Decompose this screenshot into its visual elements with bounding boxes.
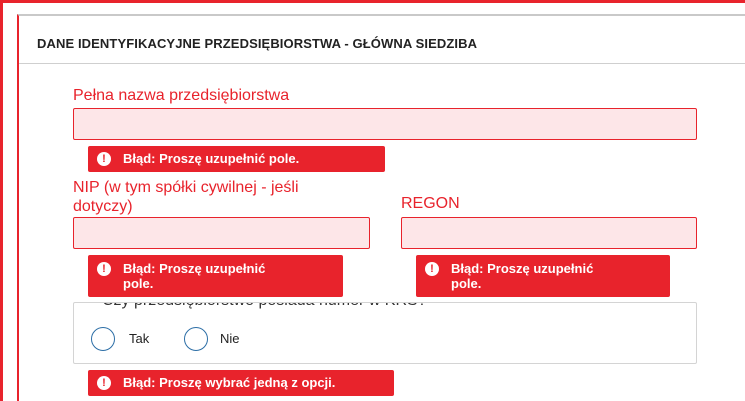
krs-radio-tak-label[interactable]: Tak	[129, 331, 149, 346]
alert-icon: !	[97, 262, 111, 276]
regon-error-line1: Błąd: Proszę uzupełnić	[451, 261, 594, 276]
nip-input[interactable]	[73, 217, 370, 249]
alert-icon: !	[97, 152, 111, 166]
krs-radio-tak[interactable]	[91, 327, 115, 351]
alert-icon: !	[425, 262, 439, 276]
section-title: DANE IDENTYFIKACYJNE PRZEDSIĘBIORSTWA - …	[37, 36, 478, 51]
company-name-error-text: Błąd: Proszę uzupełnić pole.	[123, 151, 300, 166]
nip-error: ! Błąd: Proszę uzupełnić pole.	[88, 255, 343, 297]
regon-label: REGON	[401, 195, 460, 212]
regon-input[interactable]	[401, 217, 697, 249]
alert-icon: !	[97, 376, 111, 390]
nip-error-line1: Błąd: Proszę uzupełnić	[123, 261, 266, 276]
section-divider	[19, 63, 745, 64]
krs-question-text: Czy przedsiębiorstwo posiada numer w KRS…	[102, 303, 427, 310]
nip-label-line2: dotyczy)	[73, 198, 133, 215]
nip-label-line1: NIP (w tym spółki cywilnej - jeśli	[73, 179, 299, 196]
krs-radio-nie-label[interactable]: Nie	[220, 331, 240, 346]
nip-error-line2: pole.	[123, 276, 154, 291]
company-name-error: ! Błąd: Proszę uzupełnić pole.	[88, 146, 385, 172]
krs-radio-nie[interactable]	[184, 327, 208, 351]
krs-error-text: Błąd: Proszę wybrać jedną z opcji.	[123, 375, 336, 390]
krs-question-box: Czy przedsiębiorstwo posiada numer w KRS…	[73, 302, 697, 364]
regon-error: ! Błąd: Proszę uzupełnić pole.	[416, 255, 670, 297]
nip-label: NIP (w tym spółki cywilnej - jeśli dotyc…	[73, 178, 299, 216]
company-name-label: Pełna nazwa przedsiębiorstwa	[73, 87, 290, 104]
krs-error: ! Błąd: Proszę wybrać jedną z opcji.	[88, 370, 394, 396]
regon-error-line2: pole.	[451, 276, 482, 291]
company-name-input[interactable]	[73, 108, 697, 140]
